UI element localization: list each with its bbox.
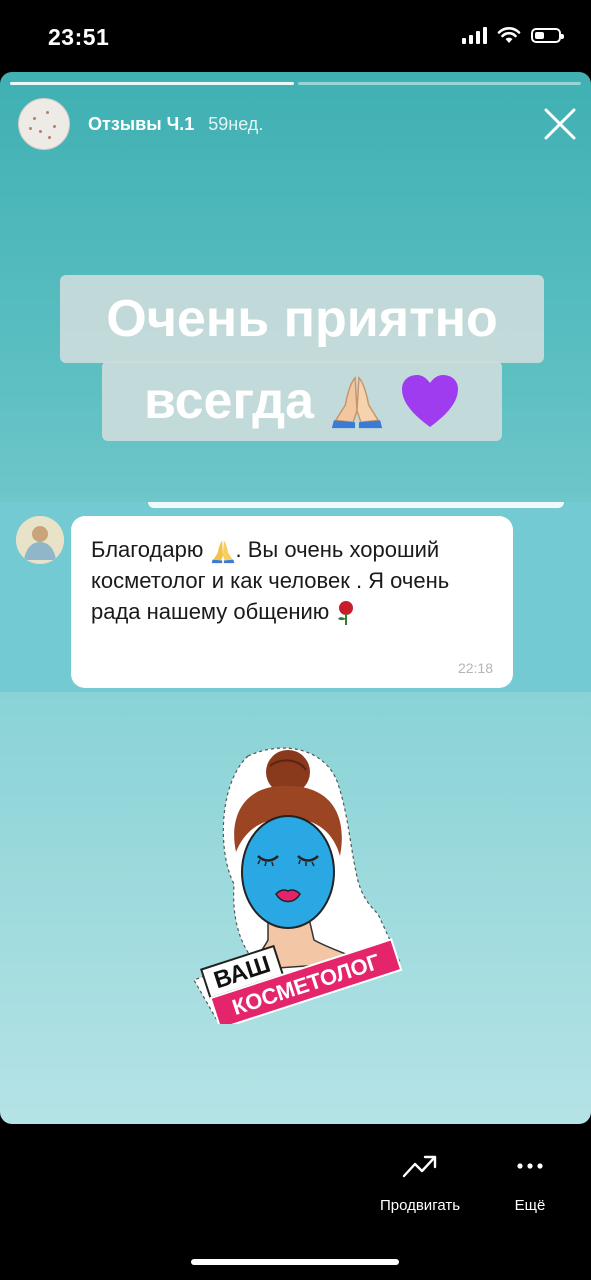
chat-message-text: Благодарю . Вы очень хороший косметолог … bbox=[91, 534, 493, 627]
close-icon[interactable] bbox=[543, 107, 577, 141]
headline-line-2: всегда bbox=[143, 372, 315, 430]
promote-label: Продвигать bbox=[379, 1197, 461, 1214]
status-bar: 23:51 bbox=[0, 0, 591, 70]
home-indicator[interactable] bbox=[191, 1259, 399, 1265]
status-icons bbox=[462, 26, 564, 44]
more-label: Ещё bbox=[514, 1197, 546, 1214]
person-photo-icon bbox=[16, 516, 64, 564]
chat-bubble-edge bbox=[148, 502, 564, 508]
purple-heart-icon bbox=[402, 375, 459, 427]
progress-segment-next bbox=[297, 82, 581, 85]
rose-icon bbox=[338, 601, 354, 626]
more-dots-icon bbox=[517, 1163, 543, 1169]
cosmetologist-sticker: ВАШ КОСМЕТОЛОГ bbox=[193, 747, 403, 1024]
trending-up-icon bbox=[402, 1155, 437, 1178]
wifi-icon bbox=[497, 27, 521, 43]
story-age: 59нед. bbox=[208, 113, 264, 134]
message-part-1: Благодарю bbox=[91, 537, 204, 562]
account-avatar[interactable] bbox=[18, 98, 70, 150]
chat-message-bubble: Благодарю . Вы очень хороший косметолог … bbox=[71, 516, 513, 688]
pray-small-icon bbox=[211, 540, 234, 564]
battery-icon bbox=[531, 27, 564, 43]
headline-line-2-wrap: всегда bbox=[102, 361, 502, 441]
chat-avatar bbox=[16, 516, 64, 564]
chat-screenshot: Благодарю . Вы очень хороший косметолог … bbox=[0, 502, 591, 692]
headline-line-1: Очень приятно bbox=[60, 275, 544, 363]
battery-level bbox=[535, 31, 545, 39]
message-time: 22:18 bbox=[457, 660, 493, 676]
headline-text: Очень приятно всегда bbox=[60, 275, 544, 445]
progress-segment-current bbox=[10, 82, 294, 85]
cellular-signal-icon bbox=[462, 26, 487, 44]
story-header: Отзывы Ч.1 59нед. bbox=[18, 98, 263, 150]
more-button[interactable]: Ещё bbox=[500, 1152, 560, 1214]
pray-emoji-icon bbox=[331, 376, 383, 429]
promote-button[interactable]: Продвигать bbox=[362, 1152, 478, 1214]
story-canvas[interactable]: Отзывы Ч.1 59нед. Очень приятно всегда Б… bbox=[0, 72, 591, 1124]
status-time: 23:51 bbox=[48, 24, 110, 50]
story-title[interactable]: Отзывы Ч.1 bbox=[88, 114, 194, 135]
story-progress-bar bbox=[10, 82, 581, 85]
